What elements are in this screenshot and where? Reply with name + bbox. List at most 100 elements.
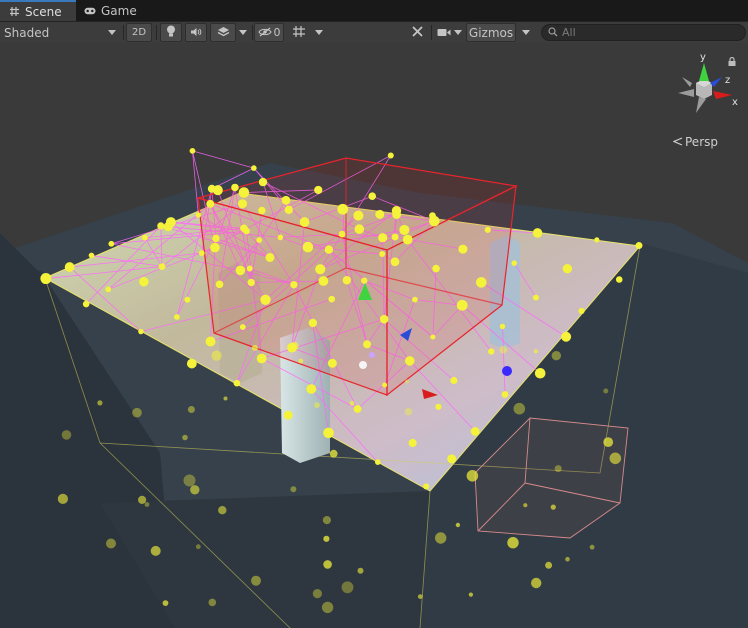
search-input[interactable] <box>562 26 732 39</box>
probe-dot <box>281 195 291 205</box>
eye-slash-icon <box>257 26 272 40</box>
probe-dot <box>64 262 75 272</box>
probe-dot <box>562 263 573 274</box>
probe-dot-lower <box>435 532 447 544</box>
tab-scene[interactable]: Scene <box>0 0 76 21</box>
probe-dot <box>450 376 458 385</box>
probe-dot-lower <box>312 589 322 599</box>
audio-toggle-button[interactable] <box>185 23 207 42</box>
probe-dot <box>233 379 241 387</box>
probe-dot <box>277 234 284 241</box>
tab-scene-label: Scene <box>25 4 62 19</box>
2d-toggle-button[interactable]: 2D <box>126 23 152 42</box>
probe-dot-lower <box>466 470 479 482</box>
effects-dropdown[interactable] <box>236 23 250 42</box>
tab-game[interactable]: Game <box>76 0 146 21</box>
scene-viewport[interactable]: y z x Persp <box>0 43 748 628</box>
probe-dot-lower <box>349 400 355 406</box>
probe-dot-lower <box>321 601 334 614</box>
probe-dot <box>138 328 144 335</box>
grid-snap-button[interactable] <box>288 23 310 42</box>
toolbar-divider <box>431 25 432 40</box>
probe-dot <box>163 222 173 232</box>
gizmos-button[interactable]: Gizmos <box>466 23 516 42</box>
probe-dot <box>195 212 202 218</box>
gizmos-label: Gizmos <box>468 25 514 40</box>
chevron-down-icon <box>108 30 116 35</box>
probe-dot-lower <box>322 516 331 525</box>
draw-mode-dropdown[interactable]: Shaded <box>2 23 120 42</box>
probe-dot <box>447 454 457 464</box>
probe-dot <box>256 237 263 243</box>
tools-button[interactable] <box>406 23 428 42</box>
probe-dot <box>532 228 543 238</box>
probe-dot <box>361 277 368 284</box>
probe-dot <box>534 367 546 379</box>
probe-dot <box>231 183 239 192</box>
probe-dot <box>212 185 223 196</box>
probe-dot <box>186 358 197 369</box>
probe-dot <box>402 234 413 245</box>
probe-dot-lower <box>499 345 508 354</box>
probe-dot <box>235 265 246 276</box>
probe-dot-lower <box>533 349 538 354</box>
probe-dot-lower <box>404 379 409 384</box>
effects-toggle-button[interactable] <box>210 23 236 42</box>
probe-dot-lower <box>182 434 188 441</box>
camera-settings-button[interactable] <box>434 23 464 42</box>
toolbar-divider <box>123 25 124 40</box>
probe-dot-lower <box>417 594 423 599</box>
lock-icon[interactable] <box>728 55 736 69</box>
probe-dot <box>375 209 385 219</box>
y-axis-label: y <box>700 53 706 63</box>
draw-mode-label: Shaded <box>4 25 50 40</box>
probe-dot <box>338 230 346 238</box>
probe-dot <box>157 222 165 230</box>
probe-dot <box>302 241 314 253</box>
probe-dot <box>382 382 388 388</box>
probe-dot <box>299 217 310 227</box>
grid-dropdown[interactable] <box>312 23 326 42</box>
probe-dot-lower <box>162 600 169 606</box>
probe-dot-lower <box>251 344 258 351</box>
probe-dot <box>284 205 293 215</box>
probe-dot-lower <box>323 535 330 542</box>
probe-dot <box>105 286 112 293</box>
probe-dot-lower <box>57 493 68 504</box>
gizmos-dropdown[interactable] <box>518 23 534 42</box>
probe-dot <box>158 263 166 271</box>
probe-dot <box>141 234 148 241</box>
probe-dot <box>290 280 298 289</box>
probe-dot <box>363 340 372 349</box>
probe-dot <box>324 245 334 254</box>
probe-dot <box>337 203 349 215</box>
z-axis-label: z <box>725 75 730 86</box>
probe-dot <box>108 240 115 247</box>
probe-dot <box>323 427 334 439</box>
probe-dot <box>379 314 389 324</box>
probe-dot-lower <box>531 577 542 589</box>
video-camera-icon <box>437 26 451 40</box>
probe-dot <box>308 318 318 328</box>
x-axis-label: x <box>732 97 738 108</box>
probe-dot <box>561 331 572 342</box>
search-field[interactable] <box>541 24 746 41</box>
scene-visibility-button[interactable]: 0 <box>254 23 284 42</box>
probe-dot <box>368 192 377 201</box>
probe-dot-lower <box>106 538 116 549</box>
probe-dot <box>429 212 436 220</box>
projection-toggle[interactable]: Persp <box>672 135 718 149</box>
probe-dot-lower <box>290 486 297 493</box>
probe-dot <box>432 264 440 273</box>
tab-game-label: Game <box>101 3 137 18</box>
probe-dot-lower <box>341 581 354 594</box>
lighting-toggle-button[interactable] <box>160 23 182 42</box>
probe-dot <box>327 358 337 368</box>
chevron-down-icon <box>522 30 530 35</box>
probe-dot-lower <box>455 522 461 528</box>
probe-dot <box>206 199 215 208</box>
scene-render <box>0 43 748 628</box>
probe-dot <box>189 147 196 154</box>
probe-dot <box>379 250 386 257</box>
probe-dot <box>306 384 317 394</box>
